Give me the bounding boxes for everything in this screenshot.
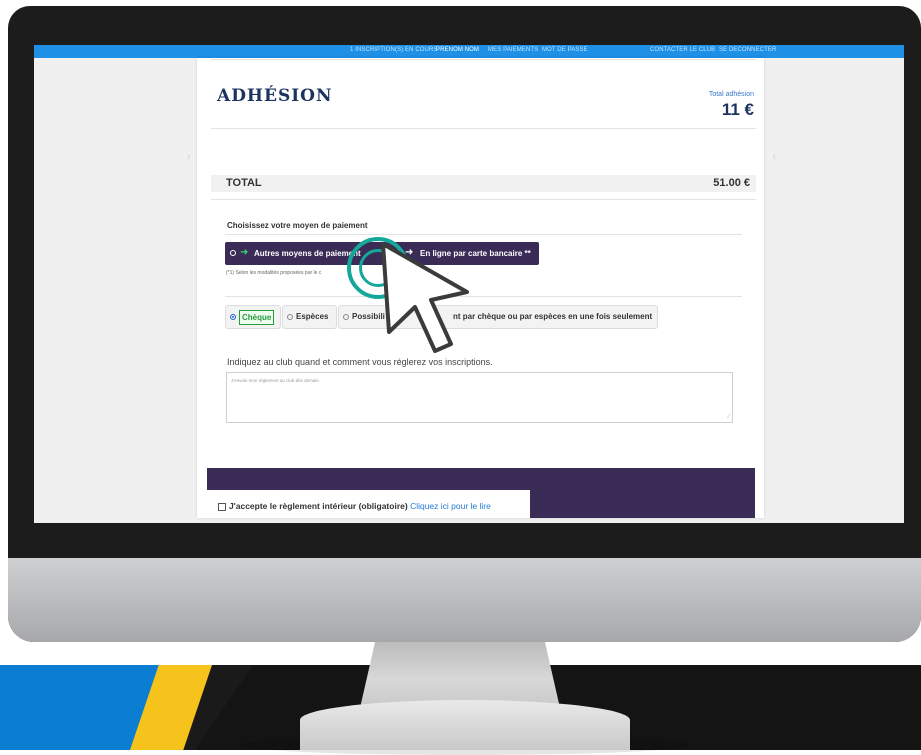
chevron-right-icon[interactable]: ‹ bbox=[772, 151, 776, 163]
method-split-label-end: nt par chèque ou par espèces en une fois… bbox=[453, 312, 653, 321]
arrow-right-icon: ➜ bbox=[240, 247, 249, 258]
total-row: TOTAL 51.00 € bbox=[211, 175, 756, 192]
radio-selected-icon[interactable] bbox=[230, 314, 236, 320]
resize-grip-icon[interactable]: ⟋ bbox=[727, 414, 731, 421]
nav-inscriptions[interactable]: 1 INSCRIPTION(S) EN COURS bbox=[350, 47, 438, 53]
chevron-left-icon[interactable]: › bbox=[187, 151, 191, 163]
nav-contact-club[interactable]: CONTACTER LE CLUB bbox=[650, 47, 715, 53]
divider bbox=[211, 59, 756, 60]
divider bbox=[211, 128, 756, 129]
acceptance-row: J'accepte le règlement intérieur (obliga… bbox=[207, 490, 530, 518]
method-cheque-label: Chèque bbox=[239, 310, 275, 325]
top-navigation-bar: 1 INSCRIPTION(S) EN COURS PRENOM NOM MES… bbox=[34, 45, 904, 58]
monitor-chin bbox=[8, 558, 921, 642]
page-title: ADHÉSION bbox=[217, 86, 333, 106]
divider bbox=[225, 296, 742, 297]
payment-method-prompt: Choisissez votre moyen de paiement bbox=[227, 221, 368, 230]
payment-footnote: (*1) Selon les modalités proposées par l… bbox=[226, 270, 322, 276]
total-value: 51.00 € bbox=[713, 177, 750, 189]
nav-payments[interactable]: MES PAIEMENTS bbox=[488, 47, 538, 53]
total-label: TOTAL bbox=[226, 177, 262, 189]
divider bbox=[225, 234, 742, 235]
comment-textarea[interactable]: J'envoie mon règlement au club dès demai… bbox=[226, 372, 733, 423]
divider bbox=[211, 199, 756, 200]
acceptance-text: J'accepte le règlement intérieur (obliga… bbox=[229, 501, 491, 511]
method-especes-label: Espèces bbox=[296, 312, 329, 321]
rules-link[interactable]: Cliquez ici pour le lire bbox=[410, 501, 491, 511]
cursor-pointer-icon bbox=[381, 242, 469, 353]
method-especes[interactable]: Espèces bbox=[282, 305, 337, 329]
radio-icon[interactable] bbox=[287, 314, 293, 320]
option-other-payment[interactable]: Autres moyens de paiement bbox=[254, 249, 361, 258]
method-cheque[interactable]: Chèque bbox=[225, 305, 281, 329]
nav-password[interactable]: MOT DE PASSE bbox=[542, 47, 588, 53]
total-adhesion-label: Total adhésion bbox=[708, 91, 754, 98]
monitor-stand-base bbox=[300, 700, 630, 750]
radio-icon[interactable] bbox=[230, 250, 236, 256]
checkbox-icon[interactable] bbox=[218, 503, 226, 511]
total-adhesion-value: 11 € bbox=[721, 100, 754, 119]
acceptance-label: J'accepte le règlement intérieur (obliga… bbox=[229, 501, 408, 511]
registration-card: ADHÉSION Total adhésion 11 € › ‹ TOTAL 5… bbox=[187, 58, 776, 518]
monitor-stand-neck bbox=[360, 638, 560, 708]
nav-logout[interactable]: SE DECONNECTER bbox=[719, 47, 776, 53]
comment-text: J'envoie mon règlement au club dès demai… bbox=[231, 378, 319, 383]
radio-icon[interactable] bbox=[343, 314, 349, 320]
nav-user-name[interactable]: PRENOM NOM bbox=[436, 47, 479, 53]
